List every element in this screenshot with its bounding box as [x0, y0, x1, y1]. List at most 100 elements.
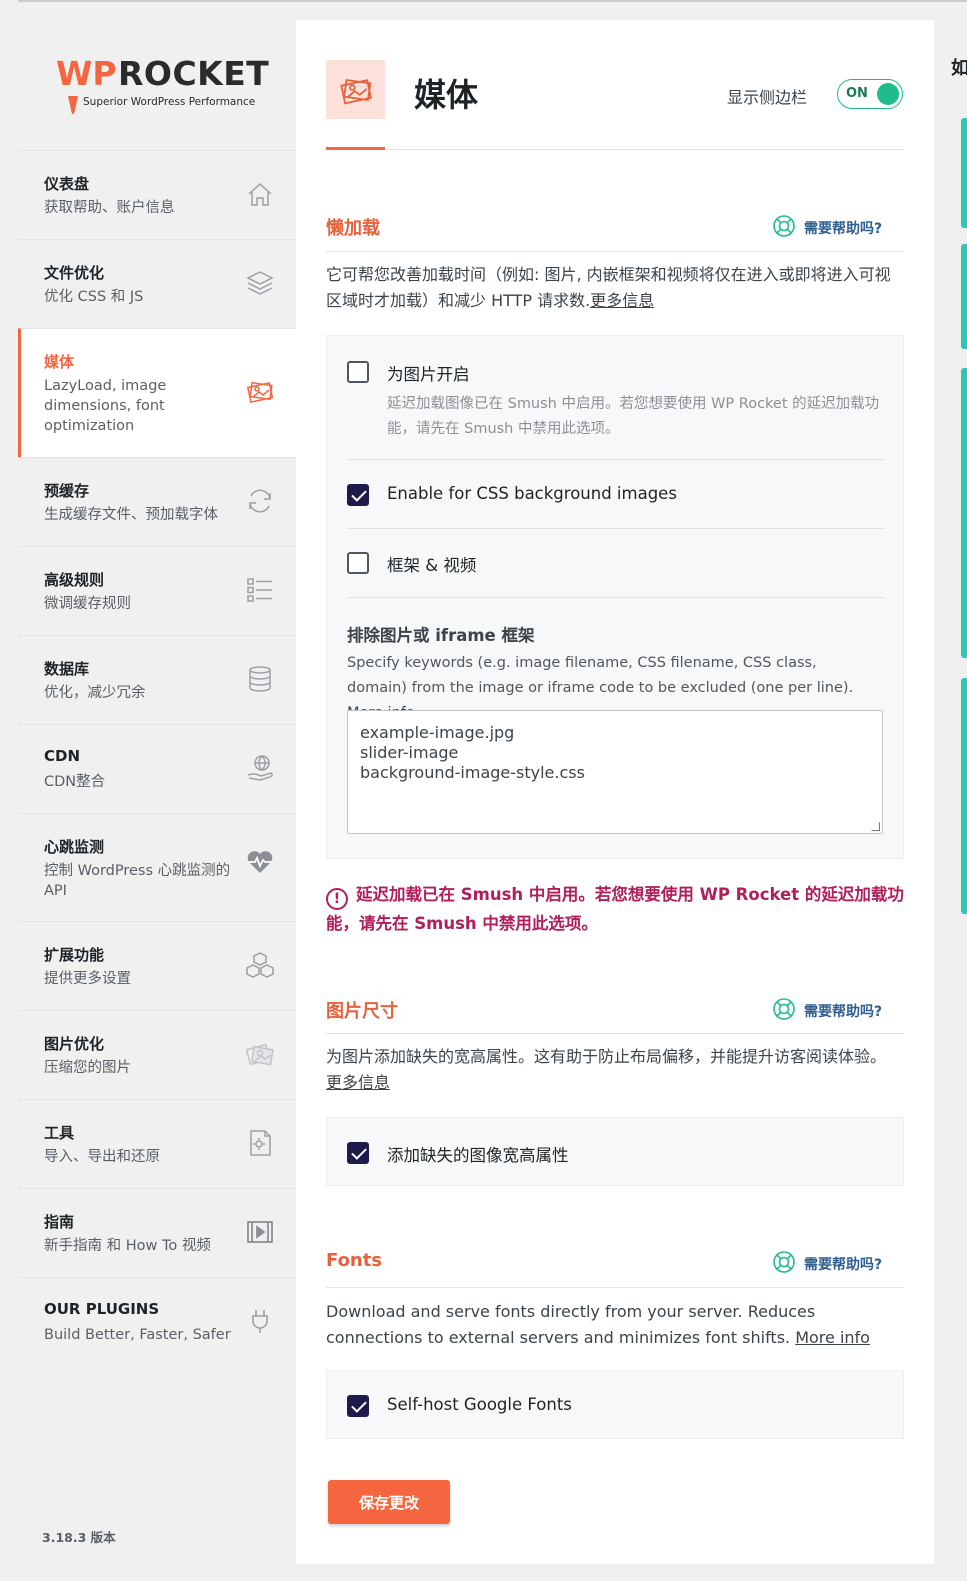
dimensions-section-title: 图片尺寸: [326, 1001, 398, 1022]
save-changes-button[interactable]: 保存更改: [328, 1480, 450, 1524]
header-divider: [326, 149, 904, 150]
sidebar-item-subtitle: 新手指南 和 How To 视频: [44, 1238, 211, 1254]
row-divider: [347, 597, 885, 598]
edge-accent-bar: [961, 368, 967, 658]
fonts-description-text: Download and serve fonts directly from y…: [326, 1302, 816, 1347]
sidebar-item-subtitle: CDN整合: [44, 774, 106, 790]
lifebuoy-icon: [772, 214, 796, 242]
sidebar-item-title: 指南: [44, 1213, 75, 1231]
edge-accent-bar: [961, 118, 967, 228]
sidebar-item-subtitle: 优化 CSS 和 JS: [44, 289, 144, 305]
option-lazyload-images[interactable]: 为图片开启 延迟加载图像已在 Smush 中启用。若您想要使用 WP Rocke…: [347, 361, 885, 451]
list-icon: [244, 574, 276, 606]
fonts-more-link[interactable]: More info: [795, 1328, 870, 1347]
dimensions-options-box: 添加缺失的图像宽高属性: [326, 1117, 904, 1186]
main-panel: 媒体 显示侧边栏 ON 懒加载 需要帮助吗? 它可帮您改善加载时间（例如: 图片…: [296, 20, 934, 1564]
sidebar-item-cdn[interactable]: CDN CDN整合: [18, 724, 296, 813]
sidebar-item-preload[interactable]: 预缓存 生成缓存文件、预加载字体: [18, 457, 296, 546]
sidebar-item-title: CDN: [44, 747, 81, 765]
sidebar-item-title: 数据库: [44, 660, 90, 678]
rocket-flame-icon: [68, 96, 78, 114]
logo-tagline: Superior WordPress Performance: [83, 96, 256, 108]
option-label: 框架 & 视频: [387, 556, 477, 575]
checkbox-image-dimensions[interactable]: [347, 1142, 369, 1164]
edge-partial-text: 如: [951, 58, 967, 79]
sidebar-toggle-label: 显示侧边栏: [727, 88, 808, 107]
sidebar-item-tools[interactable]: 工具 导入、导出和还原: [18, 1099, 296, 1188]
dimensions-description-text: 为图片添加缺失的宽高属性。这有助于防止布局偏移，并能提升访客阅读体验。: [326, 1047, 887, 1066]
edge-accent-bar: [961, 678, 967, 914]
exclude-textarea[interactable]: example-image.jpg slider-image backgroun…: [347, 710, 883, 834]
sidebar-item-our-plugins[interactable]: OUR PLUGINS Build Better, Faster, Safer: [18, 1277, 296, 1366]
fonts-help-link[interactable]: 需要帮助吗?: [772, 1250, 882, 1278]
sidebar-item-title: 媒体: [44, 353, 75, 371]
option-iframes-videos[interactable]: 框架 & 视频: [347, 552, 885, 578]
sidebar-item-title: 文件优化: [44, 264, 105, 282]
lazyload-more-link[interactable]: 更多信息: [590, 291, 654, 310]
sidebar-item-media[interactable]: 媒体 LazyLoad, image dimensions, font opti…: [18, 328, 296, 457]
option-label: 为图片开启: [387, 365, 470, 384]
lazyload-help-link[interactable]: 需要帮助吗?: [772, 214, 882, 242]
option-self-host-fonts[interactable]: Self-host Google Fonts: [347, 1395, 885, 1421]
sidebar-item-subtitle: 导入、导出和还原: [44, 1149, 160, 1165]
section-divider: [326, 251, 904, 252]
sidebar-item-image-optimization[interactable]: 图片优化 压缩您的图片: [18, 1010, 296, 1099]
media-header-icon: [326, 60, 385, 119]
exclude-line: background-image-style.css: [360, 763, 585, 782]
row-divider: [347, 459, 885, 460]
resize-handle[interactable]: [871, 822, 880, 831]
exclude-line: example-image.jpg: [360, 723, 515, 742]
exclude-title: 排除图片或 iframe 框架: [347, 626, 535, 645]
sidebar-item-tutorials[interactable]: 指南 新手指南 和 How To 视频: [18, 1188, 296, 1277]
dimensions-description: 为图片添加缺失的宽高属性。这有助于防止布局偏移，并能提升访客阅读体验。 更多信息: [326, 1044, 904, 1096]
wp-rocket-logo[interactable]: WP ROCKET Superior WordPress Performance: [56, 52, 269, 122]
page-title: 媒体: [414, 76, 479, 114]
sidebar-item-addons[interactable]: 扩展功能 提供更多设置: [18, 921, 296, 1010]
sidebar-toggle-switch[interactable]: ON: [837, 79, 903, 109]
option-label: Self-host Google Fonts: [387, 1395, 572, 1414]
logo-wp: WP: [56, 54, 117, 93]
fonts-section-title: Fonts: [326, 1250, 383, 1271]
sidebar-item-title: 预缓存: [44, 482, 90, 500]
checkbox-css-background[interactable]: [347, 484, 369, 506]
exclude-description-text: Specify keywords (e.g. image filename, C…: [347, 655, 854, 696]
sidebar-item-subtitle: 控制 WordPress 心跳监测的 API: [44, 863, 231, 899]
warning-icon: !: [326, 888, 348, 910]
refresh-icon: [244, 485, 276, 517]
sidebar-item-subtitle: 生成缓存文件、预加载字体: [44, 507, 218, 523]
checkbox-iframes-videos[interactable]: [347, 552, 369, 574]
toggle-state: ON: [846, 86, 868, 101]
sidebar-item-database[interactable]: 数据库 优化，减少冗余: [18, 635, 296, 724]
checkbox-lazyload-images[interactable]: [347, 361, 369, 383]
sidebar-item-heartbeat[interactable]: 心跳监测 控制 WordPress 心跳监测的 API: [18, 813, 296, 921]
help-text: 需要帮助吗?: [804, 1004, 883, 1020]
photos-icon: [244, 1038, 276, 1070]
layers-icon: [244, 267, 276, 299]
sidebar-item-title: OUR PLUGINS: [44, 1300, 160, 1318]
dimensions-more-link[interactable]: 更多信息: [326, 1073, 390, 1092]
sidebar-item-dashboard[interactable]: 仪表盘 获取帮助、账户信息: [18, 150, 296, 239]
option-hint: 延迟加载图像已在 Smush 中启用。若您想要使用 WP Rocket 的延迟加…: [387, 396, 880, 437]
fonts-description: Download and serve fonts directly from y…: [326, 1299, 904, 1351]
cubes-icon: [244, 949, 276, 981]
sidebar-item-title: 心跳监测: [44, 838, 105, 856]
option-image-dimensions[interactable]: 添加缺失的图像宽高属性: [347, 1142, 885, 1168]
edge-accent-bar: [961, 244, 967, 349]
sidebar: WP ROCKET Superior WordPress Performance…: [18, 0, 296, 1581]
sidebar-item-advanced-rules[interactable]: 高级规则 微调缓存规则: [18, 546, 296, 635]
warning-text: 延迟加载已在 Smush 中启用。若您想要使用 WP Rocket 的延迟加载功…: [326, 885, 904, 933]
sidebar-item-file-optimization[interactable]: 文件优化 优化 CSS 和 JS: [18, 239, 296, 328]
help-text: 需要帮助吗?: [804, 221, 883, 237]
checkbox-self-host-fonts[interactable]: [347, 1395, 369, 1417]
video-icon: [244, 1216, 276, 1248]
sidebar-item-subtitle: 获取帮助、账户信息: [44, 200, 175, 216]
sidebar-item-title: 图片优化: [44, 1035, 105, 1053]
dimensions-help-link[interactable]: 需要帮助吗?: [772, 997, 882, 1025]
heartbeat-icon: [244, 846, 276, 878]
sidebar-item-title: 仪表盘: [44, 175, 90, 193]
sidebar-item-title: 高级规则: [44, 571, 105, 589]
option-css-background[interactable]: Enable for CSS background images: [347, 484, 885, 510]
toggle-knob: [877, 83, 899, 105]
sidebar-item-subtitle: 微调缓存规则: [44, 596, 131, 612]
lazyload-description: 它可帮您改善加载时间（例如: 图片, 内嵌框架和视频将仅在进入或即将进入可视区域…: [326, 262, 904, 314]
